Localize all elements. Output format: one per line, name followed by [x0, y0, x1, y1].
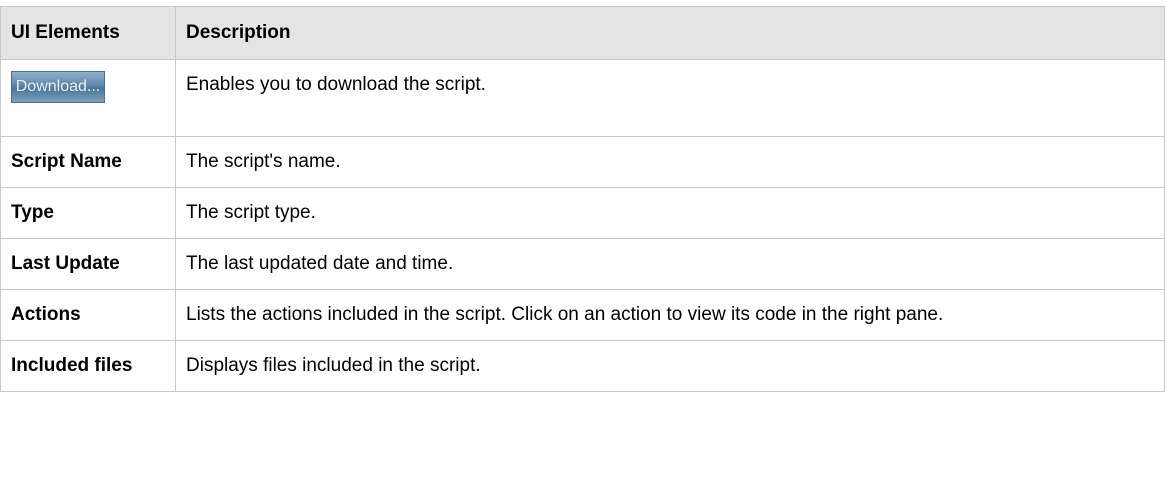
- ui-element-cell: Last Update: [0, 238, 176, 290]
- header-description: Description: [175, 6, 1165, 60]
- description-cell: Displays files included in the script.: [175, 340, 1165, 392]
- ui-element-cell: Script Name: [0, 136, 176, 188]
- table-row-download: Download... Enables you to download the …: [0, 59, 1165, 137]
- ui-element-cell: Included files: [0, 340, 176, 392]
- ui-element-cell: Type: [0, 187, 176, 239]
- description-cell: Enables you to download the script.: [175, 59, 1165, 137]
- description-cell: Lists the actions included in the script…: [175, 289, 1165, 341]
- description-cell: The last updated date and time.: [175, 238, 1165, 290]
- download-button[interactable]: Download...: [11, 71, 105, 103]
- header-ui-elements: UI Elements: [0, 6, 176, 60]
- description-cell: The script type.: [175, 187, 1165, 239]
- description-cell: The script's name.: [175, 136, 1165, 188]
- ui-elements-table: UI Elements Description Download... Enab…: [0, 6, 1165, 392]
- table-row-included-files: Included files Displays files included i…: [0, 340, 1165, 392]
- table-row-script-name: Script Name The script's name.: [0, 136, 1165, 188]
- table-row-actions: Actions Lists the actions included in th…: [0, 289, 1165, 341]
- table-row-last-update: Last Update The last updated date and ti…: [0, 238, 1165, 290]
- ui-element-cell: Download...: [0, 59, 176, 137]
- ui-element-cell: Actions: [0, 289, 176, 341]
- table-header-row: UI Elements Description: [0, 6, 1165, 60]
- table-row-type: Type The script type.: [0, 187, 1165, 239]
